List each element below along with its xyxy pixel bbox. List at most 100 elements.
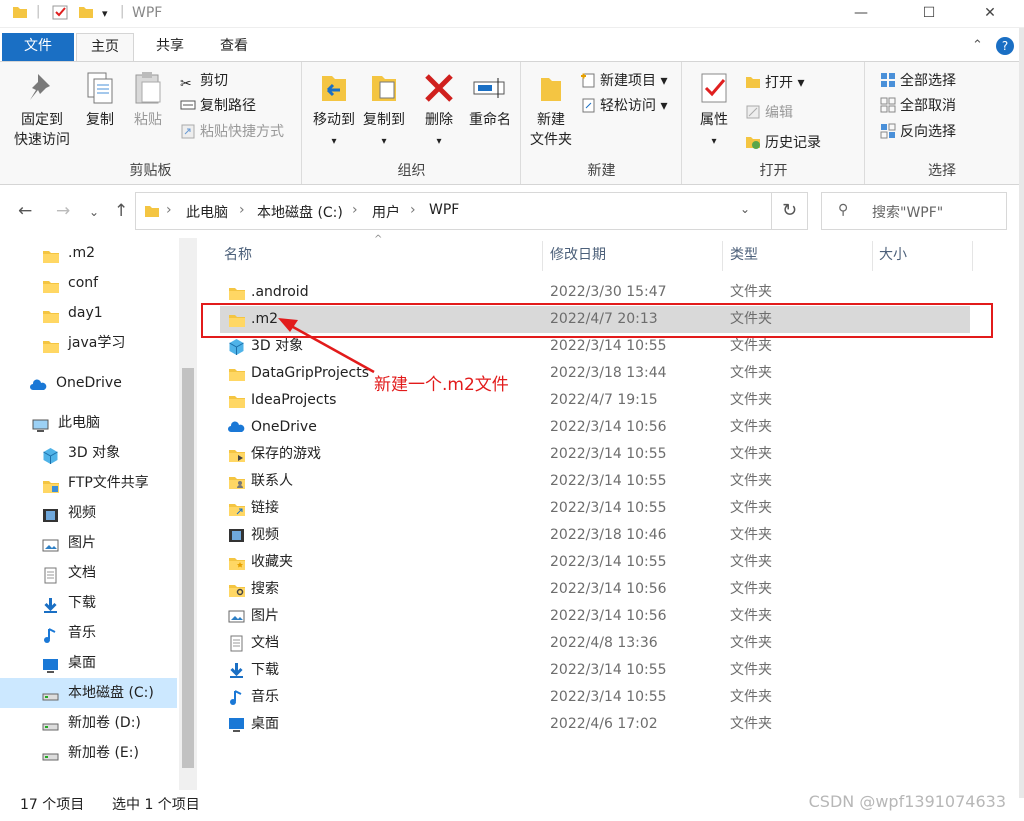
file-row[interactable]: 链接 2022/3/14 10:55 文件夹 <box>220 495 970 522</box>
properties-icon[interactable] <box>52 4 68 20</box>
properties-button[interactable]: 属性 ▾ <box>689 70 739 152</box>
file-row[interactable]: 下载 2022/3/14 10:55 文件夹 <box>220 657 970 684</box>
up-button[interactable]: ↑ <box>114 201 128 221</box>
easy-access-button[interactable]: 轻松访问 ▾ <box>580 95 667 117</box>
move-to-button[interactable]: 移动到 ▾ <box>307 70 361 152</box>
nav-item[interactable]: 此电脑 <box>0 408 177 438</box>
history-button[interactable]: 历史记录 <box>745 132 821 154</box>
nav-item[interactable]: 桌面 <box>0 648 177 678</box>
nav-item[interactable]: 本地磁盘 (C:) <box>0 678 177 708</box>
open-icon <box>746 77 760 88</box>
copy-button[interactable]: 复制 <box>78 70 122 130</box>
open-button[interactable]: 打开 ▾ <box>745 72 804 94</box>
column-header-size[interactable]: 大小 <box>879 241 907 271</box>
watermark: CSDN @wpf1391074633 <box>808 792 1006 811</box>
file-row[interactable]: 收藏夹 2022/3/14 10:55 文件夹 <box>220 549 970 576</box>
nav-scrollbar-thumb[interactable] <box>182 368 194 768</box>
column-header-type[interactable]: 类型 <box>730 241 758 271</box>
help-icon[interactable]: ? <box>996 37 1014 55</box>
nav-item[interactable]: 新加卷 (D:) <box>0 708 177 738</box>
nav-item[interactable]: 文档 <box>0 558 177 588</box>
search-input[interactable]: ⚲ 搜索"WPF" <box>821 192 1007 230</box>
collapse-ribbon-icon[interactable]: ⌃ <box>972 38 983 53</box>
computer-icon <box>32 415 49 432</box>
copy-path-button[interactable]: 复制路径 <box>180 95 256 117</box>
back-button[interactable]: ← <box>18 201 32 221</box>
file-row[interactable]: 视频 2022/3/18 10:46 文件夹 <box>220 522 970 549</box>
breadcrumb-wpf[interactable]: WPF <box>429 202 459 218</box>
breadcrumb-local-disk[interactable]: 本地磁盘 (C:) <box>257 202 343 222</box>
nav-item[interactable]: FTP文件共享 <box>0 468 177 498</box>
nav-item[interactable]: 图片 <box>0 528 177 558</box>
file-row[interactable]: 联系人 2022/3/14 10:55 文件夹 <box>220 468 970 495</box>
column-header-name[interactable]: 名称 <box>224 241 252 271</box>
breadcrumb-this-pc[interactable]: 此电脑 <box>186 202 228 222</box>
paste-button[interactable]: 粘贴 <box>126 70 170 130</box>
file-row[interactable]: IdeaProjects 2022/4/7 19:15 文件夹 <box>220 387 970 414</box>
tab-home[interactable]: 主页 <box>76 33 134 61</box>
paste-shortcut-button[interactable]: 粘贴快捷方式 <box>180 121 284 143</box>
file-row[interactable]: 音乐 2022/3/14 10:55 文件夹 <box>220 684 970 711</box>
breadcrumb-users[interactable]: 用户 <box>372 202 400 222</box>
file-name: 链接 <box>251 500 279 516</box>
nav-item[interactable]: OneDrive <box>0 368 177 398</box>
nav-item[interactable]: 新加卷 (E:) <box>0 738 177 768</box>
select-all-button[interactable]: 全部选择 <box>880 70 956 92</box>
file-row[interactable]: OneDrive 2022/3/14 10:56 文件夹 <box>220 414 970 441</box>
cut-button[interactable]: ✂ 剪切 <box>180 70 228 92</box>
move-to-label: 移动到 <box>313 112 355 128</box>
nav-item[interactable]: 下载 <box>0 588 177 618</box>
column-separator[interactable] <box>542 241 543 271</box>
nav-item-label: .m2 <box>68 245 95 261</box>
file-row[interactable]: 图片 2022/3/14 10:56 文件夹 <box>220 603 970 630</box>
folder-icon <box>228 284 245 301</box>
rename-button[interactable]: 重命名 <box>463 70 517 130</box>
minimize-button[interactable]: — <box>838 0 884 28</box>
file-type: 文件夹 <box>730 446 772 462</box>
customize-toolbar-icon[interactable]: ▾ <box>102 7 108 20</box>
nav-item-label: 音乐 <box>68 625 96 641</box>
nav-item[interactable]: java学习 <box>0 328 177 358</box>
nav-item-label: 文档 <box>68 565 96 581</box>
invert-selection-button[interactable]: 反向选择 <box>880 121 956 143</box>
nav-item[interactable]: day1 <box>0 298 177 328</box>
nav-item[interactable]: conf <box>0 268 177 298</box>
nav-item-label: conf <box>68 275 99 291</box>
file-row[interactable]: .android 2022/3/30 15:47 文件夹 <box>220 279 970 306</box>
maximize-button[interactable]: ☐ <box>906 0 952 28</box>
file-row[interactable]: 文档 2022/4/8 13:36 文件夹 <box>220 630 970 657</box>
delete-button[interactable]: 删除 ▾ <box>417 70 461 152</box>
tab-share[interactable]: 共享 <box>146 33 194 61</box>
select-none-button[interactable]: 全部取消 <box>880 95 956 117</box>
nav-item[interactable]: 音乐 <box>0 618 177 648</box>
copy-to-button[interactable]: 复制到 ▾ <box>357 70 411 152</box>
column-header-modified[interactable]: 修改日期 <box>550 241 606 271</box>
new-item-button[interactable]: 新建项目 ▾ <box>580 70 667 92</box>
nav-item[interactable]: 视频 <box>0 498 177 528</box>
column-separator[interactable] <box>972 241 973 271</box>
nav-item[interactable]: 3D 对象 <box>0 438 177 468</box>
open-group: 属性 ▾ 打开 ▾ 编辑 历史记录 打开 <box>683 62 865 184</box>
pin-quick-access-button[interactable]: 固定到 快速访问 <box>8 70 76 150</box>
file-row[interactable]: 桌面 2022/4/6 17:02 文件夹 <box>220 711 970 738</box>
new-folder-button[interactable]: 新建 文件夹 <box>526 70 576 150</box>
tab-file[interactable]: 文件 <box>2 33 74 61</box>
forward-button[interactable]: → <box>56 201 70 221</box>
column-separator[interactable] <box>872 241 873 271</box>
new-folder-label-1: 新建 <box>537 112 565 128</box>
nav-scrollbar[interactable] <box>179 238 197 790</box>
close-button[interactable]: ✕ <box>967 0 1013 28</box>
recent-locations-button[interactable]: ⌄ <box>89 205 99 219</box>
refresh-button[interactable]: ↻ <box>772 192 808 230</box>
file-type: 文件夹 <box>730 527 772 543</box>
file-row[interactable]: 搜索 2022/3/14 10:56 文件夹 <box>220 576 970 603</box>
tab-view[interactable]: 查看 <box>210 33 258 61</box>
nav-item-label: 本地磁盘 (C:) <box>68 685 154 701</box>
column-separator[interactable] <box>722 241 723 271</box>
file-row[interactable]: 保存的游戏 2022/3/14 10:55 文件夹 <box>220 441 970 468</box>
new-folder-icon[interactable] <box>78 4 94 20</box>
edit-button[interactable]: 编辑 <box>745 102 793 124</box>
nav-item[interactable]: .m2 <box>0 238 177 268</box>
address-dropdown-icon[interactable]: ⌄ <box>740 202 750 216</box>
address-bar[interactable]: › 此电脑 › 本地磁盘 (C:) › 用户 › WPF ⌄ <box>135 192 772 230</box>
